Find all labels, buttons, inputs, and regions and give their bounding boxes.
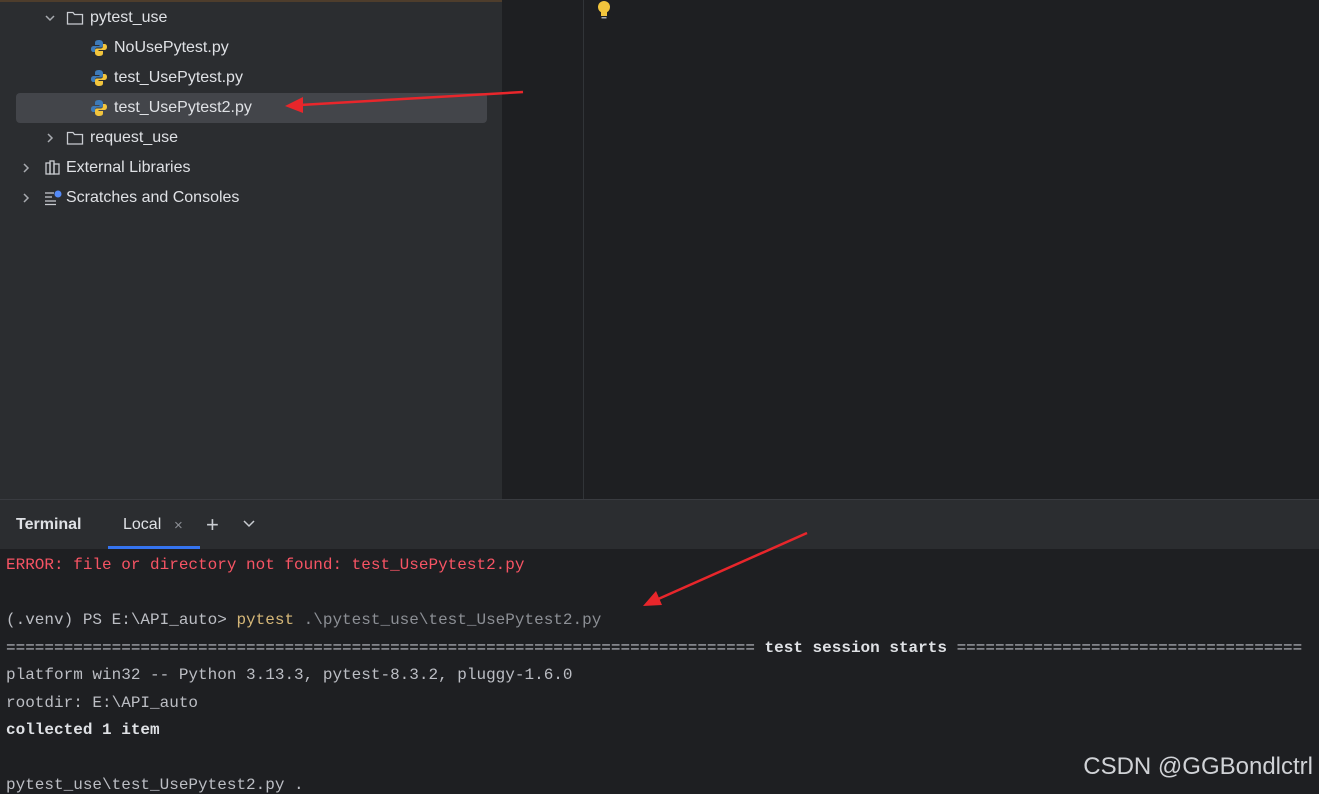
tree-item-test-usepytest[interactable]: test_UsePytest.py <box>0 63 502 93</box>
terminal-title: Terminal <box>16 516 82 533</box>
tree-item-label: request_use <box>90 129 179 146</box>
terminal-command-line: (.venv) PS E:\API_auto> pytest .\pytest_… <box>6 611 601 629</box>
folder-icon <box>66 11 84 25</box>
terminal-collected-line: collected 1 item <box>6 721 160 739</box>
python-file-icon <box>91 70 107 86</box>
terminal-rootdir-line: rootdir: E:\API_auto <box>6 694 199 712</box>
chevron-right-icon[interactable] <box>20 162 32 174</box>
terminal-result-line: pytest_use\test_UsePytest2.py . <box>6 776 304 794</box>
python-file-icon <box>91 40 107 56</box>
tree-item-scratches[interactable]: Scratches and Consoles <box>0 183 502 213</box>
watermark: CSDN @GGBondlctrl <box>1083 753 1313 780</box>
editor-area[interactable] <box>503 0 1319 499</box>
tree-item-external-libraries[interactable]: External Libraries <box>0 153 502 183</box>
python-file-icon <box>91 100 107 116</box>
chevron-down-icon[interactable] <box>44 12 56 24</box>
chevron-right-icon[interactable] <box>44 132 56 144</box>
tree-item-nousepytest[interactable]: NoUsePytest.py <box>0 33 502 63</box>
tree-item-request-use[interactable]: request_use <box>0 123 502 153</box>
tree-item-label: test_UsePytest.py <box>114 69 243 86</box>
chevron-down-icon[interactable] <box>242 516 256 530</box>
tree-item-label: Scratches and Consoles <box>66 189 240 206</box>
panel-top-border <box>0 0 502 2</box>
terminal-session-line: ========================================… <box>6 639 1302 657</box>
session-title: test session starts <box>754 639 957 657</box>
tree-item-label: External Libraries <box>66 159 191 176</box>
tab-local[interactable]: Local × <box>108 500 200 549</box>
close-icon[interactable]: × <box>174 517 183 534</box>
terminal-platform-line: platform win32 -- Python 3.13.3, pytest-… <box>6 666 573 684</box>
tree-item-label: test_UsePytest2.py <box>114 99 252 116</box>
terminal-command: pytest <box>236 611 295 629</box>
scratches-icon <box>45 190 62 206</box>
terminal-error-line: ERROR: file or directory not found: test… <box>6 556 525 574</box>
terminal-prompt: (.venv) PS E:\API_auto> <box>6 611 237 629</box>
library-icon <box>45 160 60 175</box>
editor-gutter <box>503 0 584 499</box>
tab-local-label: Local <box>123 516 162 533</box>
lightbulb-icon[interactable] <box>596 0 612 22</box>
terminal-toolbar: Terminal Local × + <box>0 500 1319 550</box>
folder-icon <box>66 131 84 145</box>
tree-item-test-usepytest2[interactable]: test_UsePytest2.py <box>0 93 502 123</box>
tab-active-indicator <box>108 546 200 549</box>
session-rule-right: ==================================== <box>956 639 1303 657</box>
chevron-right-icon[interactable] <box>20 192 32 204</box>
terminal-command-arg: .\pytest_use\test_UsePytest2.py <box>294 611 602 629</box>
add-tab-icon[interactable]: + <box>206 512 219 538</box>
tree-item-pytest-use[interactable]: pytest_use <box>0 3 502 33</box>
project-panel: pytest_use NoUsePytest.py test_UsePytest… <box>0 0 503 499</box>
tree-item-label: NoUsePytest.py <box>114 39 229 56</box>
tree-item-label: pytest_use <box>90 9 168 26</box>
session-rule-left: ========================================… <box>6 639 755 657</box>
